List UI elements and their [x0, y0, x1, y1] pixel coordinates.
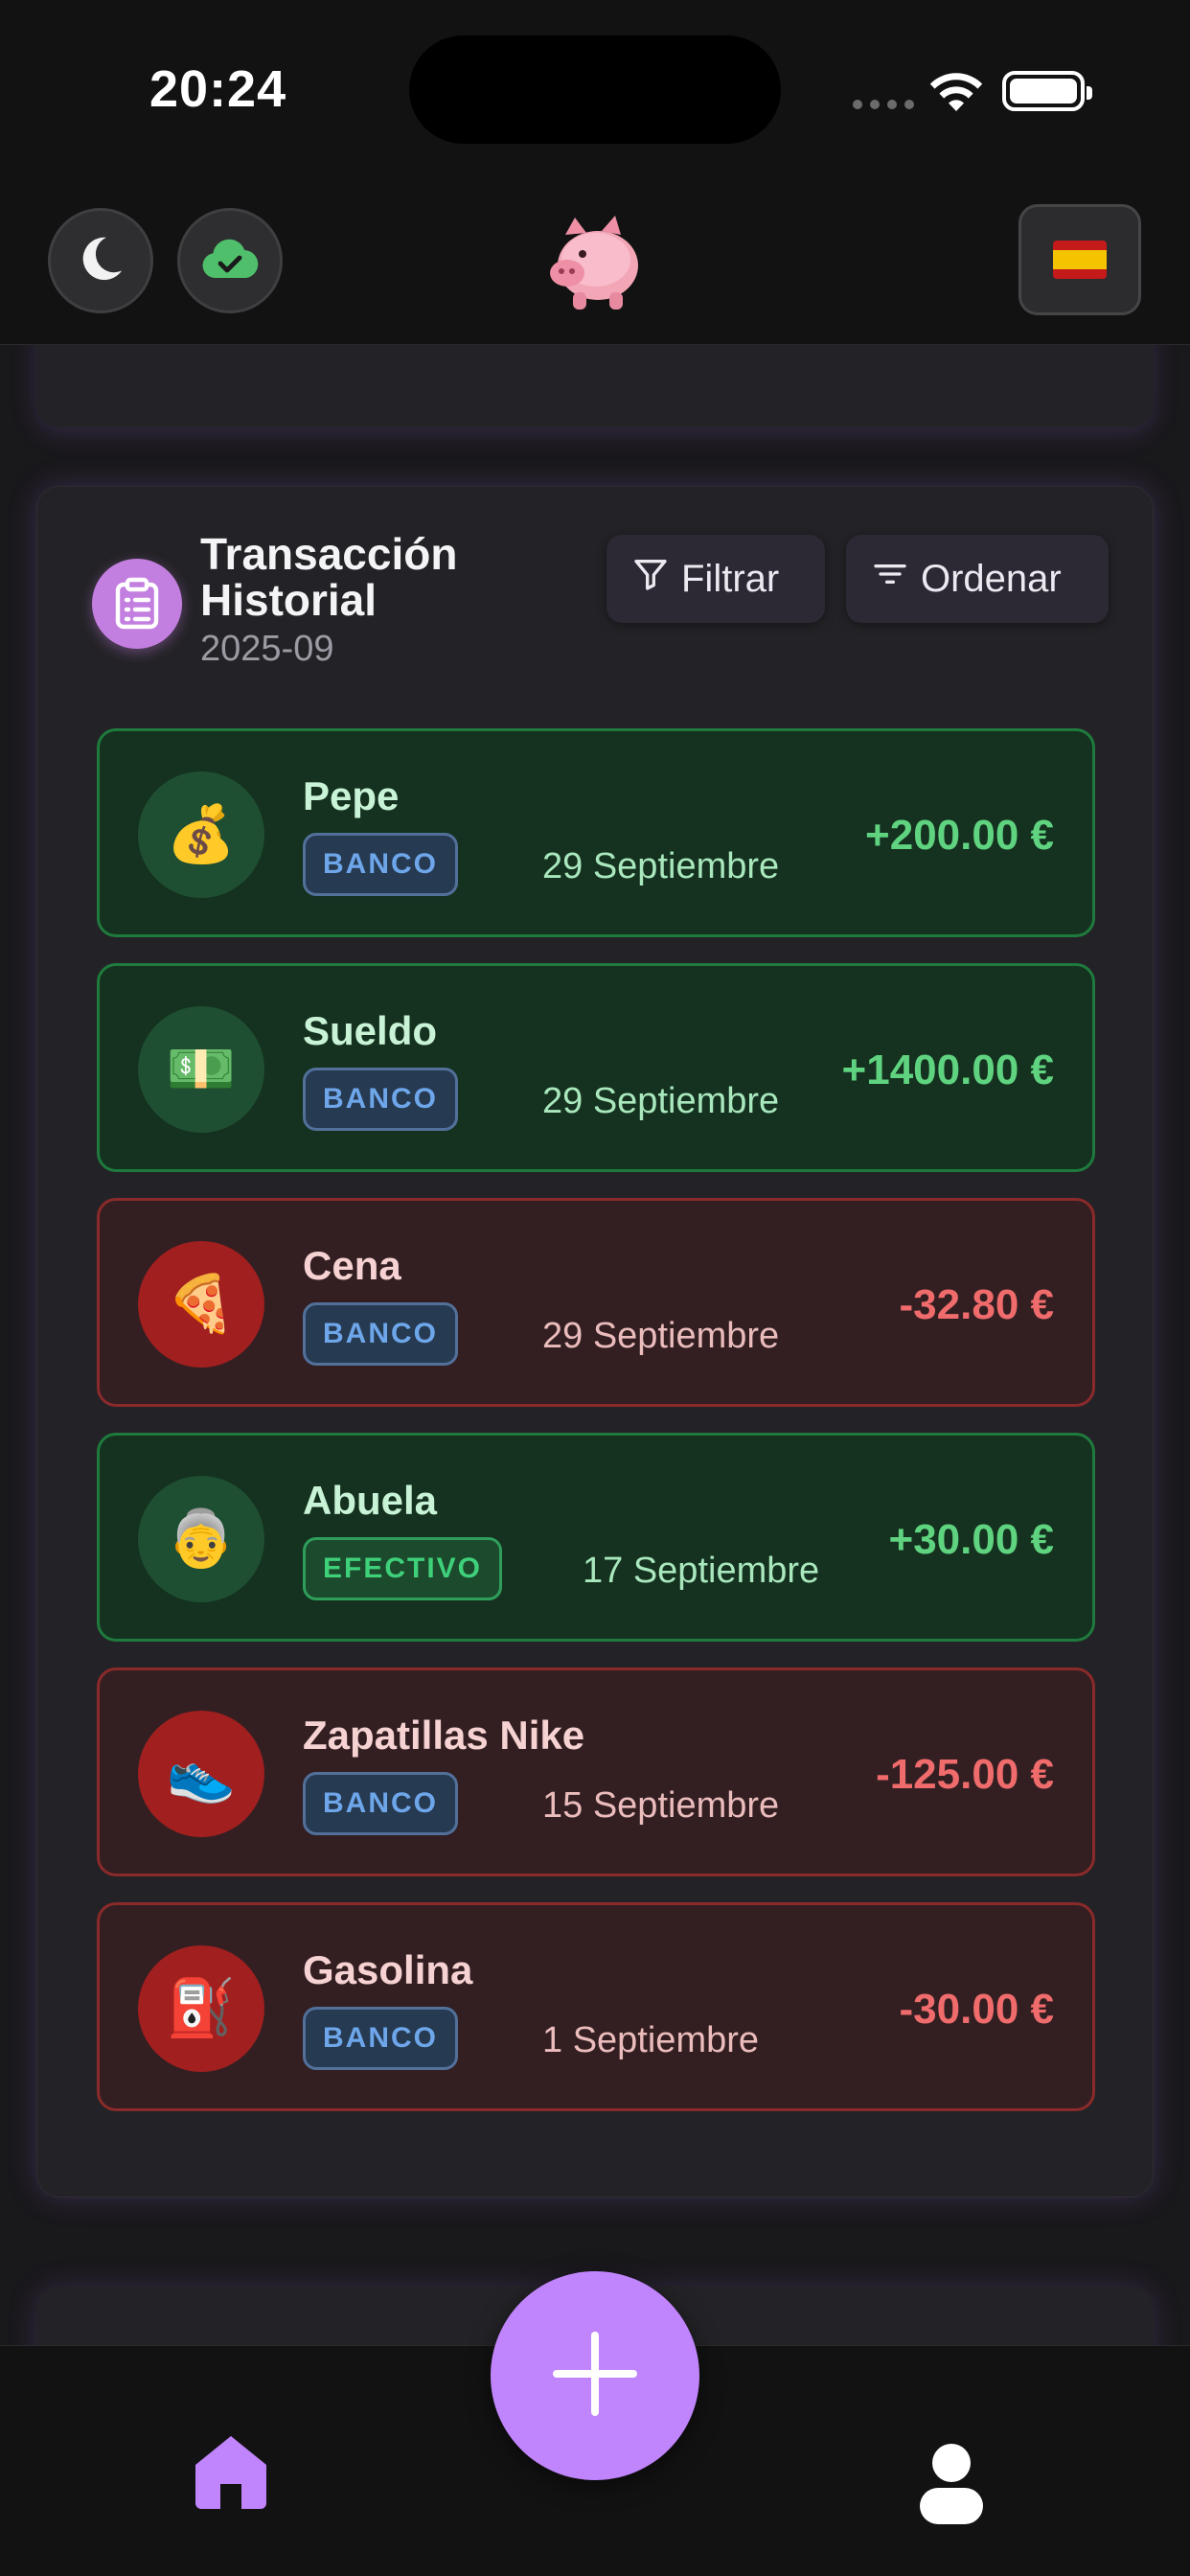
profile-tab[interactable]	[920, 2442, 983, 2524]
payment-method-badge: BANCO	[303, 1772, 458, 1835]
sort-label: Ordenar	[921, 557, 1062, 600]
payment-method-badge: BANCO	[303, 1068, 458, 1131]
transaction-amount: -125.00 €	[876, 1751, 1054, 1798]
category-icon: 💵	[138, 1006, 264, 1133]
transaction-row[interactable]: 👵 Abuela EFECTIVO 17 Septiembre +30.00 €	[97, 1433, 1095, 1642]
transaction-name: Gasolina	[303, 1947, 473, 1992]
category-icon: 💰	[138, 771, 264, 898]
filter-label: Filtrar	[681, 557, 780, 600]
transaction-name: Pepe	[303, 773, 400, 818]
transaction-amount: +30.00 €	[888, 1516, 1055, 1563]
sort-icon	[871, 555, 909, 603]
payment-method-badge: EFECTIVO	[303, 1537, 503, 1600]
sort-button[interactable]: Ordenar	[846, 535, 1109, 623]
category-icon: 👵	[138, 1476, 264, 1602]
payment-method-badge: BANCO	[303, 2007, 458, 2070]
transaction-amount: +1400.00 €	[841, 1046, 1054, 1093]
home-icon	[194, 2436, 268, 2513]
sync-status-button[interactable]	[177, 208, 283, 313]
cloud-check-icon	[199, 236, 261, 287]
dynamic-island	[409, 35, 781, 144]
piggy-bank-icon	[544, 206, 646, 311]
status-time: 20:24	[149, 60, 287, 118]
transaction-name: Cena	[303, 1243, 401, 1288]
top-bar: 20:24	[0, 0, 1190, 345]
transaction-name: Sueldo	[303, 1008, 438, 1053]
history-title: Transacción Historial	[200, 529, 458, 625]
transaction-date: 29 Septiembre	[542, 1316, 780, 1356]
cellular-signal-icon	[853, 100, 914, 109]
spain-flag-icon	[1053, 241, 1107, 279]
transaction-row[interactable]: 👟 Zapatillas Nike BANCO 15 Septiembre -125.0…	[97, 1668, 1095, 1876]
plus-icon	[549, 2328, 641, 2425]
history-period: 2025-09	[200, 629, 334, 669]
category-icon: ⛽	[138, 1945, 264, 2072]
filter-icon	[631, 555, 670, 603]
transaction-row[interactable]: 🍕 Cena BANCO 29 Septiembre -32.80 €	[97, 1198, 1095, 1407]
transaction-name: Abuela	[303, 1478, 438, 1523]
transaction-date: 1 Septiembre	[542, 2020, 760, 2060]
theme-toggle-button[interactable]	[48, 208, 153, 313]
transaction-row[interactable]: 💰 Pepe BANCO 29 Septiembre +200.00 €	[97, 728, 1095, 937]
transaction-date: 15 Septiembre	[542, 1785, 780, 1826]
battery-icon	[1002, 71, 1092, 111]
transaction-date: 17 Septiembre	[583, 1551, 820, 1591]
language-button[interactable]	[1018, 204, 1141, 315]
transaction-row[interactable]: ⛽ Gasolina BANCO 1 Septiembre -30.00 €	[97, 1902, 1095, 2111]
user-icon	[920, 2444, 983, 2528]
category-icon: 👟	[138, 1711, 264, 1837]
transaction-amount: -30.00 €	[899, 1986, 1054, 2033]
transaction-amount: +200.00 €	[865, 812, 1054, 859]
transaction-date: 29 Septiembre	[542, 846, 780, 886]
transaction-date: 29 Septiembre	[542, 1081, 780, 1121]
transaction-row[interactable]: 💵 Sueldo BANCO 29 Septiembre +1400.00 €	[97, 963, 1095, 1172]
filter-button[interactable]: Filtrar	[606, 535, 825, 623]
moon-icon	[74, 232, 127, 290]
transaction-history-card: Transacción Historial 2025-09 Filtrar Or…	[36, 486, 1154, 2197]
add-transaction-button[interactable]	[491, 2271, 699, 2480]
wifi-icon	[929, 73, 983, 111]
transaction-amount: -32.80 €	[899, 1281, 1054, 1328]
app-screen: Transacción Historial 2025-09 Filtrar Or…	[0, 0, 1190, 2576]
payment-method-badge: BANCO	[303, 833, 458, 896]
category-icon: 🍕	[138, 1241, 264, 1368]
payment-method-badge: BANCO	[303, 1302, 458, 1366]
transaction-name: Zapatillas Nike	[303, 1713, 585, 1758]
clipboard-icon	[92, 559, 182, 649]
home-tab[interactable]	[194, 2432, 268, 2509]
